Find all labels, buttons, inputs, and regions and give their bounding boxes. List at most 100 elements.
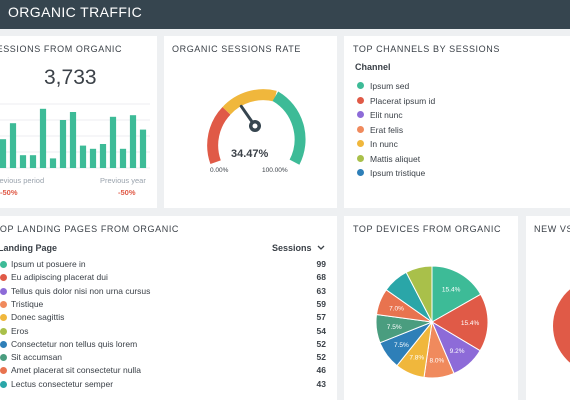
sessions-value: 99: [316, 259, 326, 269]
sessions-bar: [29, 155, 37, 168]
channel-item[interactable]: Erat felis: [357, 125, 403, 139]
gauge-segment-high: [272, 91, 306, 165]
new-vs-card: NEW VS: [526, 216, 570, 400]
prev-year-label: Previous year: [100, 176, 146, 185]
landing-page-column-header: Landing Page: [0, 243, 58, 253]
rate-card: ORGANIC SESSIONS RATE 34.47% 0.00% 100.0…: [164, 36, 337, 208]
landing-page-label: Lectus consectetur semper: [11, 378, 114, 389]
dashboard-header: ORGANIC TRAFFIC: [0, 0, 570, 29]
channel-item[interactable]: Elit nunc: [357, 110, 403, 124]
card-title: SESSIONS FROM ORGANIC: [0, 44, 123, 54]
row-color-dot: [0, 380, 7, 388]
channel-color-dot: [357, 82, 364, 89]
pie-slice-label: 7.5%: [387, 324, 402, 331]
table-row[interactable]: Consectetur non tellus quis lorem 52: [0, 339, 337, 351]
table-row[interactable]: Eros 54: [0, 326, 337, 338]
row-color-dot: [0, 367, 7, 375]
sessions-value: 68: [316, 272, 326, 283]
channel-item[interactable]: Placerat ipsum id: [357, 96, 435, 110]
gauge-value: 34.47%: [231, 148, 269, 160]
devices-card: TOP DEVICES FROM ORGANIC 15.4% 15.4% 9.2% 8…: [344, 216, 518, 400]
gauge-segment-low: [207, 107, 231, 165]
landing-page-label: Amet placerat sit consectetur nulla: [11, 365, 141, 376]
sessions-value: 57: [316, 312, 326, 323]
sessions-value: 54: [316, 325, 326, 336]
channel-label: Placerat ipsum id: [370, 95, 436, 106]
row-color-dot: [0, 314, 7, 322]
prev-period-label: Previous period: [0, 176, 45, 185]
row-color-dot: [0, 274, 7, 282]
landing-page-label: Ipsum ut posuere in: [11, 259, 86, 269]
sessions-bar: [109, 116, 117, 168]
pie-slice-label: 7.8%: [409, 354, 424, 361]
row-color-dot: [0, 261, 7, 268]
sessions-bar: [49, 158, 57, 168]
sessions-bar: [59, 120, 67, 168]
sessions-bar: [0, 139, 7, 168]
channel-label: Erat felis: [370, 124, 404, 135]
table-row[interactable]: Lectus consectetur semper 43: [0, 379, 337, 391]
prev-year-change: -50%: [118, 188, 136, 197]
table-row[interactable]: Tellus quis dolor nisi non urna cursus 63: [0, 286, 337, 298]
channels-card: TOP CHANNELS BY SESSIONS Channel Ipsum s…: [344, 36, 570, 208]
channel-label: Ipsum sed: [370, 81, 410, 91]
card-title: ORGANIC SESSIONS RATE: [172, 44, 301, 54]
card-title: TOP LANDING PAGES FROM ORGANIC: [0, 224, 180, 234]
card-title: NEW VS: [534, 224, 570, 234]
landing-page-label: Consectetur non tellus quis lorem: [11, 338, 138, 349]
channel-item[interactable]: Ipsum sed: [357, 81, 409, 95]
sessions-bar: [119, 148, 127, 168]
table-row[interactable]: Eu adipiscing placerat dui 68: [0, 272, 337, 284]
landing-card: TOP LANDING PAGES FROM ORGANIC Landing P…: [0, 216, 337, 400]
channel-label: Elit nunc: [370, 110, 403, 120]
landing-page-label: Sit accumsan: [11, 352, 63, 363]
channel-color-dot: [357, 169, 364, 176]
table-row[interactable]: Ipsum ut posuere in 99: [0, 259, 337, 271]
gauge-chart: [207, 89, 306, 165]
sessions-value: 43: [316, 378, 326, 389]
sessions-card: SESSIONS FROM ORGANIC 3,733 Previous per…: [0, 36, 157, 208]
sessions-bar: [89, 148, 97, 168]
sessions-bar: [99, 144, 107, 168]
sessions-value: 63: [316, 285, 326, 296]
sessions-bar: [79, 145, 87, 168]
channel-color-dot: [357, 96, 364, 104]
channel-item[interactable]: Ipsum tristique: [357, 168, 425, 182]
row-color-dot: [0, 327, 7, 335]
row-color-dot: [0, 340, 7, 348]
channel-label: In nunc: [370, 139, 398, 149]
devices-pie-chart: 15.4%15.4%9.2%8.0%7.8%7.5%7.5%7.0%: [375, 265, 489, 379]
sessions-value: 46: [316, 365, 326, 376]
table-row[interactable]: Sit accumsan 52: [0, 352, 337, 364]
gauge-max-label: 100.00%: [262, 167, 288, 174]
sessions-bar: [129, 115, 137, 168]
channel-color-dot: [357, 140, 364, 147]
table-row[interactable]: Amet placerat sit consectetur nulla 46: [0, 365, 337, 377]
landing-page-label: Tellus quis dolor nisi non urna cursus: [11, 285, 151, 296]
pie-slice-label: 15.4%: [461, 320, 480, 327]
row-color-dot: [0, 300, 7, 308]
table-row[interactable]: Donec sagittis 57: [0, 312, 337, 324]
channel-color-dot: [357, 111, 364, 118]
pie-slice-label: 8.0%: [430, 357, 445, 364]
landing-page-label: Tristique: [11, 298, 44, 309]
channel-label: Ipsum tristique: [370, 168, 426, 178]
sessions-value: 59: [316, 298, 326, 309]
dashboard-title: ORGANIC TRAFFIC: [8, 4, 143, 20]
table-row[interactable]: Tristique 59: [0, 299, 337, 311]
channel-column-header: Channel: [355, 62, 391, 72]
channel-item[interactable]: In nunc: [357, 139, 398, 153]
sessions-bar: [69, 112, 77, 168]
sessions-value: 52: [316, 352, 326, 363]
pie-slice-label: 15.4%: [442, 287, 461, 294]
channel-item[interactable]: Mattis aliquet: [357, 154, 420, 168]
sessions-bar: [9, 123, 17, 168]
landing-page-label: Eros: [11, 325, 29, 336]
sessions-sort-header[interactable]: Sessions: [272, 243, 325, 253]
pie-slice-label: 9.2%: [450, 348, 465, 355]
pie-slice-label: 7.5%: [394, 342, 409, 349]
sessions-bar-chart: [0, 103, 150, 169]
pie-slice-label: 7.0%: [389, 306, 404, 313]
sessions-bar: [39, 108, 47, 168]
gauge-min-label: 0.00%: [210, 167, 229, 174]
